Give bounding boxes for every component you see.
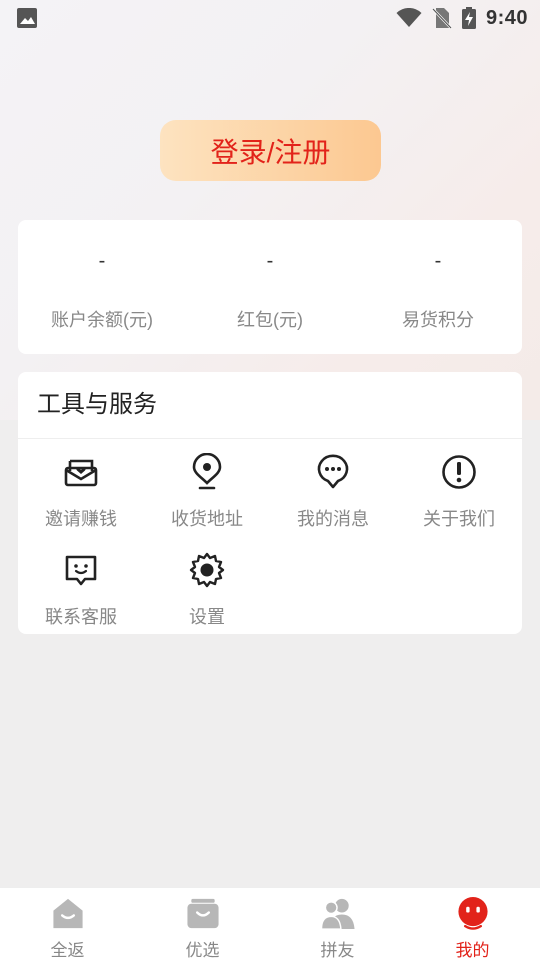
stat-red-packet[interactable]: - 红包(元) bbox=[186, 220, 354, 354]
tab-label: 全返 bbox=[50, 941, 85, 960]
no-sim-icon bbox=[432, 8, 452, 29]
info-exclaim-icon bbox=[442, 455, 476, 489]
stat-value: - bbox=[98, 250, 106, 272]
status-bar: 9:40 bbox=[0, 0, 540, 36]
header-background bbox=[0, 0, 540, 420]
tools-services-card: 工具与服务 邀请赚钱 收货地址 我的消息 关于我们 联系客服 设置 bbox=[18, 372, 522, 634]
battery-charging-icon bbox=[461, 7, 476, 29]
stat-label: 账户余额(元) bbox=[51, 310, 153, 330]
tab-quanfan[interactable]: 全返 bbox=[0, 888, 135, 961]
tool-label: 收货地址 bbox=[171, 509, 243, 529]
tab-wode[interactable]: 我的 bbox=[405, 888, 540, 961]
wifi-icon bbox=[396, 8, 422, 27]
tab-youxuan[interactable]: 优选 bbox=[135, 888, 270, 961]
login-register-button[interactable]: 登录/注册 bbox=[160, 120, 381, 181]
stat-barter-points[interactable]: - 易货积分 bbox=[354, 220, 522, 354]
friends-icon bbox=[320, 898, 355, 930]
tool-about[interactable]: 关于我们 bbox=[396, 439, 522, 537]
invite-envelope-icon bbox=[64, 459, 98, 487]
location-pin-icon bbox=[192, 453, 222, 490]
tool-customer-service[interactable]: 联系客服 bbox=[18, 537, 144, 635]
stat-label: 红包(元) bbox=[237, 310, 303, 330]
tool-settings[interactable]: 设置 bbox=[144, 537, 270, 635]
tool-label: 关于我们 bbox=[423, 509, 495, 529]
image-notification-icon bbox=[17, 8, 37, 28]
stat-value: - bbox=[434, 250, 442, 272]
tool-label: 邀请赚钱 bbox=[45, 509, 117, 529]
tab-label: 拼友 bbox=[320, 941, 355, 960]
status-time: 9:40 bbox=[485, 6, 528, 29]
tool-messages[interactable]: 我的消息 bbox=[270, 439, 396, 537]
tool-invite[interactable]: 邀请赚钱 bbox=[18, 439, 144, 537]
tool-address[interactable]: 收货地址 bbox=[144, 439, 270, 537]
message-bubble-icon bbox=[317, 454, 349, 489]
tool-label: 联系客服 bbox=[45, 607, 117, 627]
stat-label: 易货积分 bbox=[402, 310, 474, 330]
customer-service-icon bbox=[65, 555, 97, 586]
stat-value: - bbox=[266, 250, 274, 272]
stat-balance[interactable]: - 账户余额(元) bbox=[18, 220, 186, 354]
tool-label: 设置 bbox=[189, 607, 225, 627]
bottom-tab-bar: 全返 优选 拼友 我的 bbox=[0, 887, 540, 961]
gear-icon bbox=[189, 552, 225, 588]
profile-mascot-icon bbox=[457, 896, 488, 930]
tab-label: 我的 bbox=[455, 941, 490, 960]
tab-pinyou[interactable]: 拼友 bbox=[270, 888, 405, 961]
shopping-bag-icon bbox=[186, 898, 219, 929]
tool-label: 我的消息 bbox=[297, 509, 369, 529]
tab-label: 优选 bbox=[185, 941, 220, 960]
tools-title: 工具与服务 bbox=[18, 372, 522, 439]
account-stats-card: - 账户余额(元) - 红包(元) - 易货积分 bbox=[18, 220, 522, 354]
home-icon bbox=[52, 898, 83, 929]
